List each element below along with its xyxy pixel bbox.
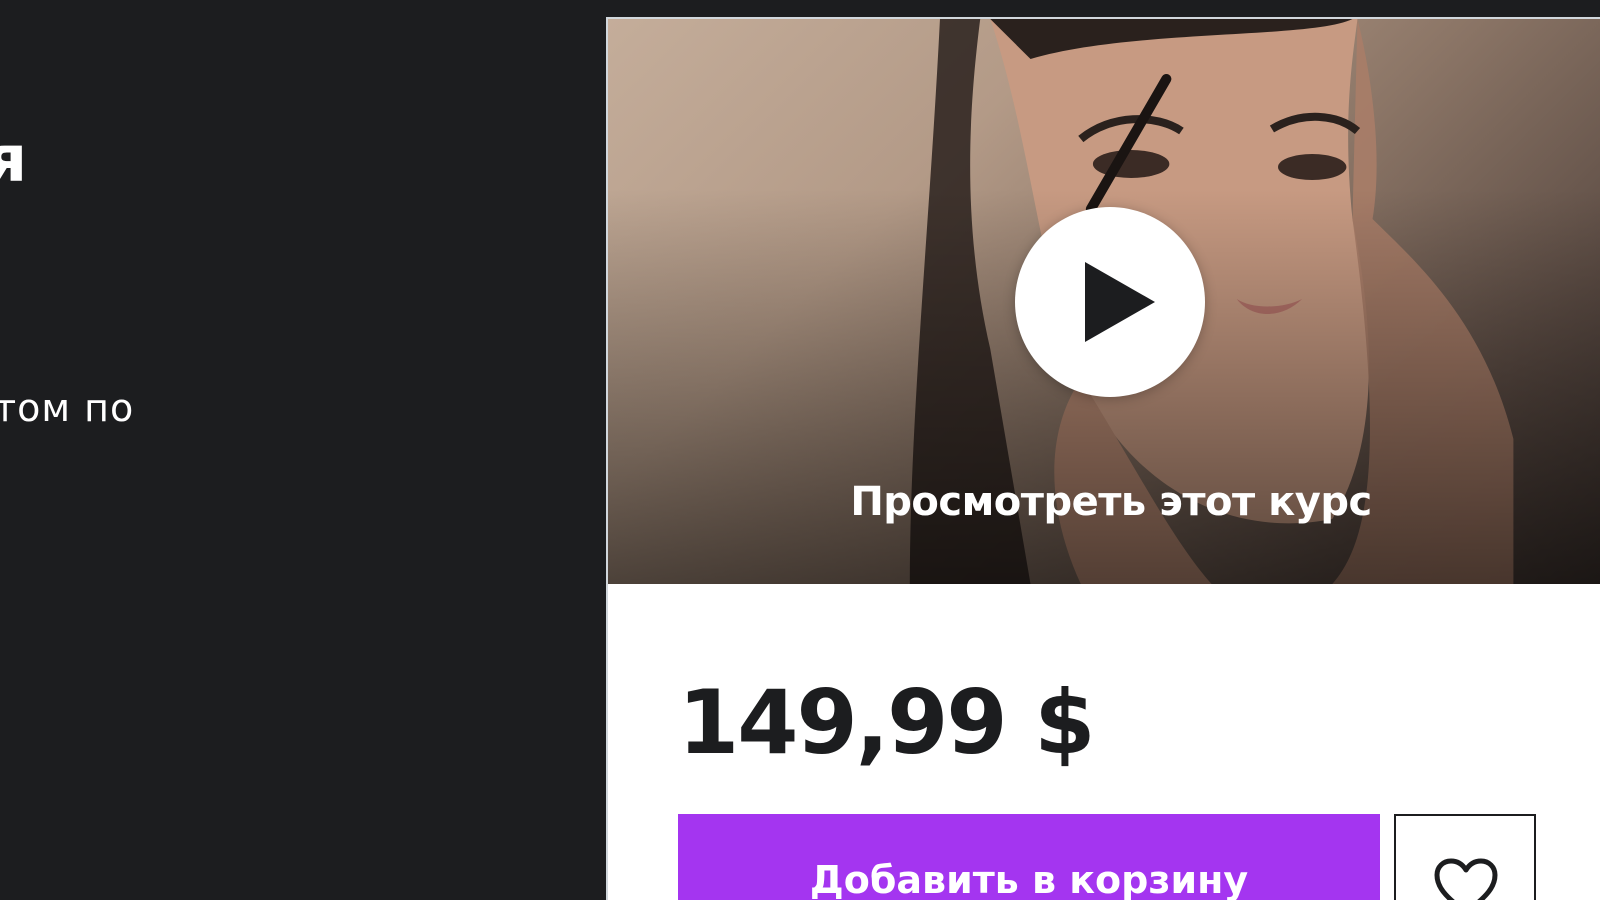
heart-icon	[1434, 858, 1498, 900]
course-subtitle: том по	[0, 386, 135, 430]
course-price: 149,99 $	[678, 671, 1095, 774]
preview-label: Просмотреть этот курс	[850, 479, 1372, 525]
play-button[interactable]	[1015, 207, 1205, 397]
course-title: я	[0, 123, 28, 197]
wishlist-button[interactable]	[1394, 814, 1536, 900]
course-preview-video[interactable]: Просмотреть этот курс	[608, 19, 1600, 584]
play-icon	[1085, 262, 1155, 342]
add-to-cart-button[interactable]: Добавить в корзину	[678, 814, 1380, 900]
course-purchase-card: Просмотреть этот курс 149,99 $ Добавить …	[606, 17, 1600, 900]
course-landing-page: я том по Просмотреть этот курс 149,99 $ …	[0, 0, 1600, 900]
